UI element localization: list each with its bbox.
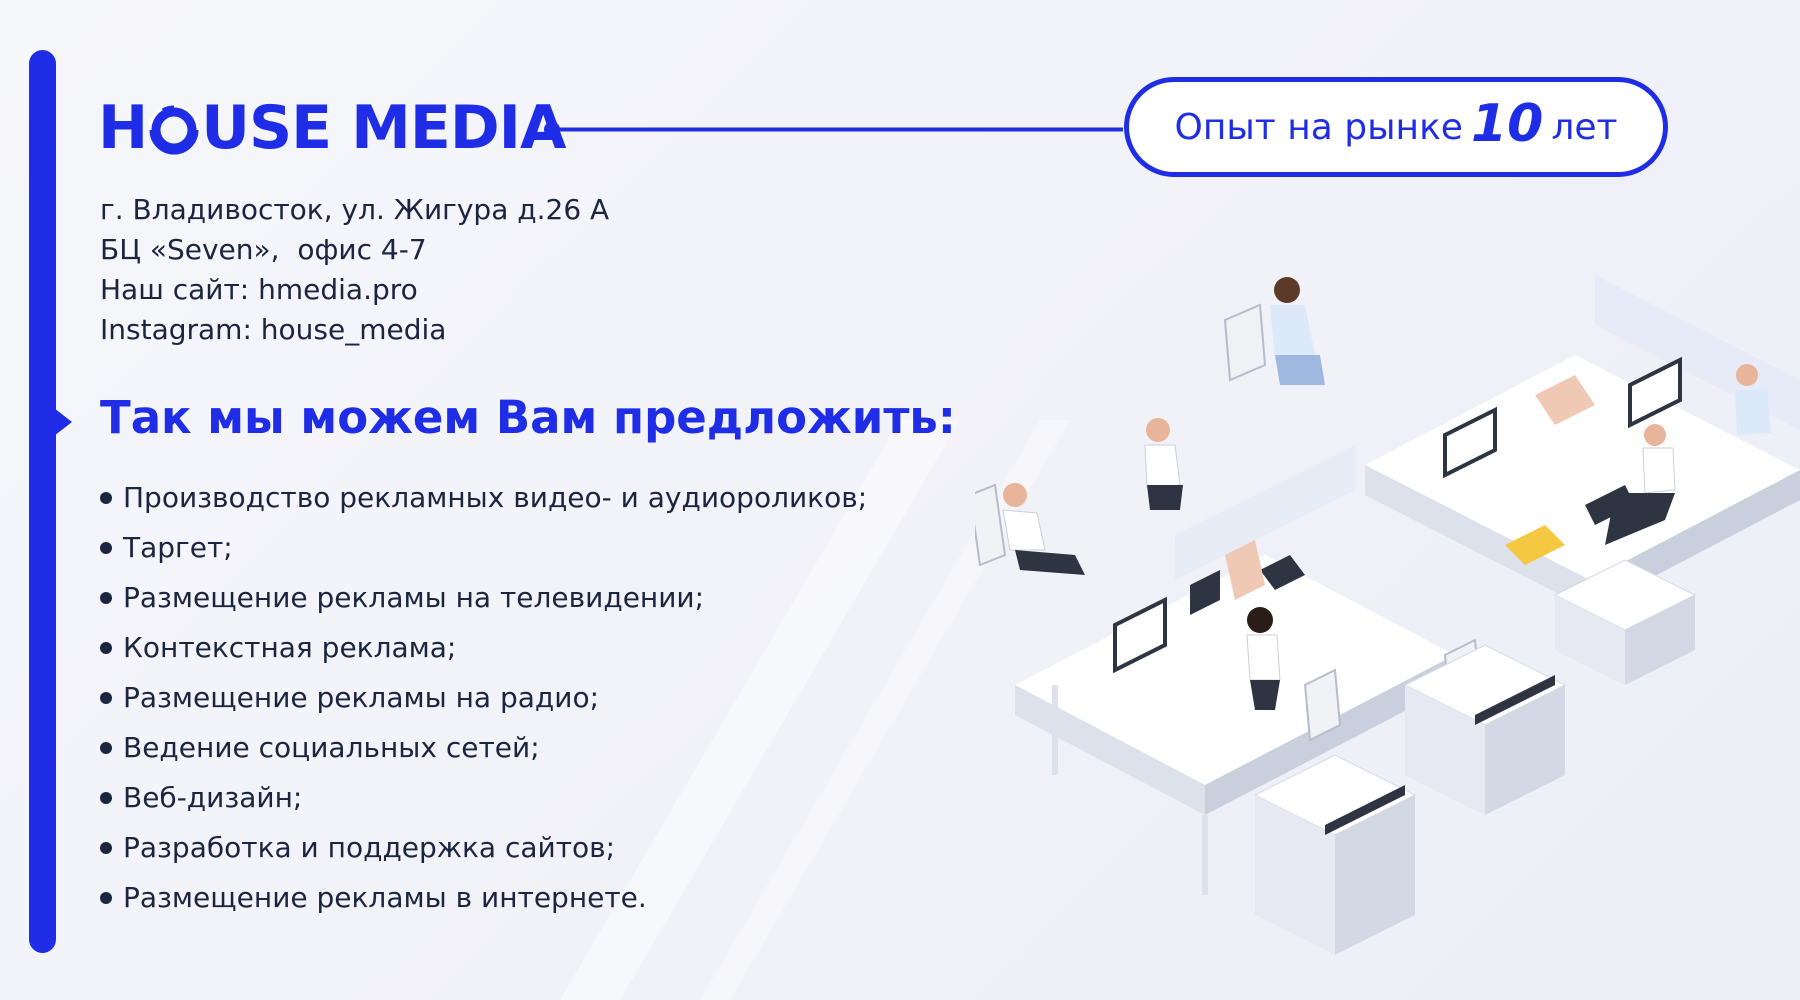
logo-ring-icon <box>148 104 200 156</box>
bullet-icon <box>100 842 112 854</box>
offer-heading: Так мы можем Вам предложить: <box>100 391 956 444</box>
connector-line <box>544 121 1123 138</box>
accent-bar <box>29 50 56 953</box>
list-item: Размещение рекламы на телевидении; <box>100 573 867 623</box>
bullet-icon <box>100 492 112 504</box>
logo-text-h: H <box>98 93 148 163</box>
list-item: Размещение рекламы на радио; <box>100 673 867 723</box>
service-text: Контекстная реклама; <box>123 631 457 664</box>
bullet-icon <box>100 642 112 654</box>
list-item: Разработка и поддержка сайтов; <box>100 823 867 873</box>
house-media-logo: H USE MEDIA <box>98 93 566 163</box>
services-list: Производство рекламных видео- и аудиорол… <box>100 473 867 923</box>
list-item: Ведение социальных сетей; <box>100 723 867 773</box>
experience-badge: Опыт на рынке 10 лет <box>1124 77 1668 177</box>
list-item: Контекстная реклама; <box>100 623 867 673</box>
contact-info: г. Владивосток, ул. Жигура д.26 А БЦ «Se… <box>100 190 609 350</box>
logo-text-use: USE <box>201 93 332 163</box>
bullet-icon <box>100 742 112 754</box>
service-text: Производство рекламных видео- и аудиорол… <box>123 481 868 514</box>
list-item: Производство рекламных видео- и аудиорол… <box>100 473 867 523</box>
list-item: Веб-дизайн; <box>100 773 867 823</box>
logo-text-media: MEDIA <box>351 93 566 163</box>
bullet-icon <box>100 592 112 604</box>
service-text: Размещение рекламы на телевидении; <box>123 581 705 614</box>
contact-office: БЦ «Seven», офис 4-7 <box>100 233 427 266</box>
badge-number: 10 <box>1470 94 1544 154</box>
badge-suffix: лет <box>1551 106 1618 148</box>
contact-address: г. Владивосток, ул. Жигура д.26 А <box>100 193 610 226</box>
list-item: Таргет; <box>100 523 867 573</box>
service-text: Размещение рекламы на радио; <box>123 681 600 714</box>
service-text: Веб-дизайн; <box>123 781 303 814</box>
bullet-icon <box>100 542 112 554</box>
isometric-office-illustration <box>975 275 1800 955</box>
contact-instagram: Instagram: house_media <box>100 313 447 346</box>
bullet-icon <box>100 892 112 904</box>
contact-website: Наш сайт: hmedia.pro <box>100 273 418 306</box>
service-text: Размещение рекламы в интернете. <box>123 881 647 914</box>
bullet-icon <box>100 692 112 704</box>
accent-arrow-icon <box>54 408 72 436</box>
service-text: Ведение социальных сетей; <box>123 731 540 764</box>
badge-prefix: Опыт на рынке <box>1174 106 1463 148</box>
bullet-icon <box>100 792 112 804</box>
service-text: Таргет; <box>123 531 233 564</box>
list-item: Размещение рекламы в интернете. <box>100 873 867 923</box>
service-text: Разработка и поддержка сайтов; <box>123 831 616 864</box>
